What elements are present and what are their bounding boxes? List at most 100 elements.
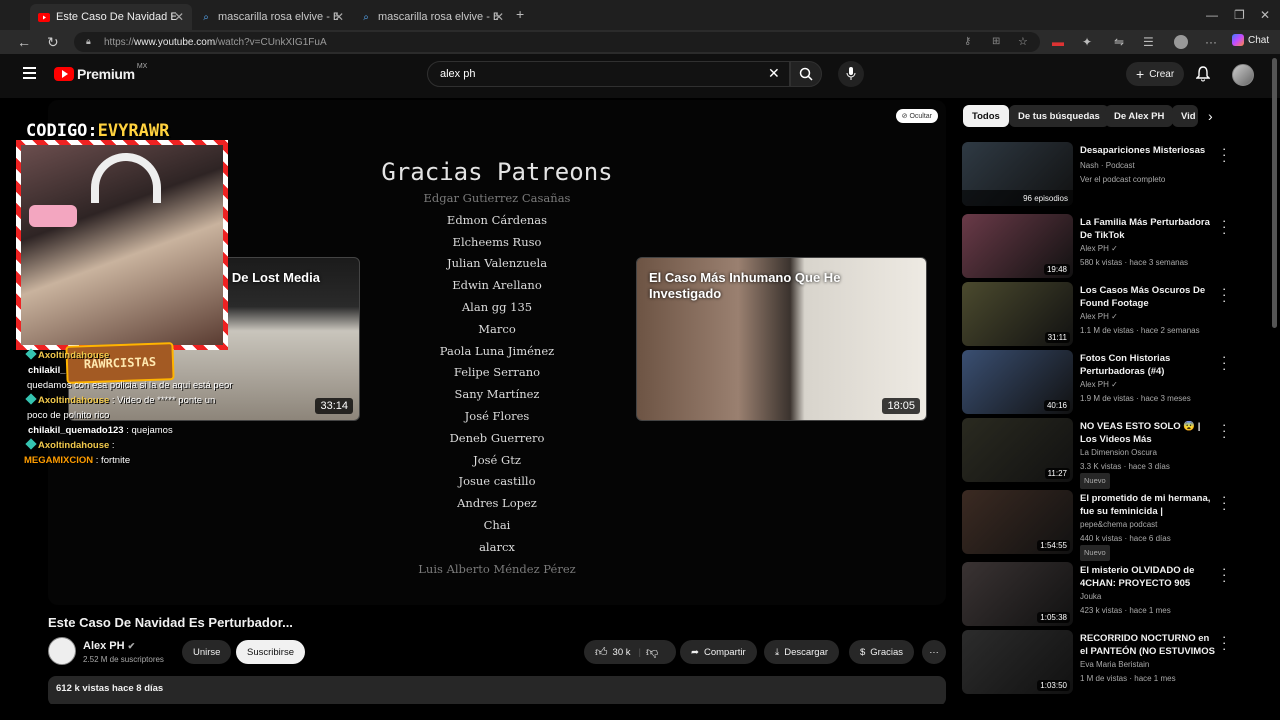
end-card-video-right[interactable]: El Caso Más Inhumano Que He Investigado …	[636, 257, 927, 421]
favorites-icon[interactable]: ☰	[1143, 35, 1154, 49]
copilot-chat-button[interactable]: Chat	[1232, 34, 1269, 46]
recommended-video[interactable]: 1:05:38 El misterio OLVIDADO de 4CHAN: PR…	[962, 562, 1242, 626]
views-date: 612 k vistas hace 8 días	[56, 683, 164, 694]
maximize-icon[interactable]: ❐	[1234, 8, 1245, 22]
back-icon[interactable]: ←	[17, 34, 31, 50]
minimize-icon[interactable]: —	[1206, 8, 1218, 22]
more-options-icon[interactable]: · · ·	[1222, 214, 1226, 239]
thanks-button[interactable]: $ Gracias	[849, 640, 915, 664]
youtube-logo[interactable]: Premium MX	[54, 63, 147, 82]
chip-videos[interactable]: Vid	[1172, 105, 1198, 127]
chip-from-searches[interactable]: De tus búsquedas	[1009, 105, 1109, 127]
video-thumbnail[interactable]: 11:27	[962, 418, 1073, 482]
share-button[interactable]: ➦ Compartir	[680, 640, 757, 664]
more-options-icon[interactable]: · · ·	[1222, 350, 1226, 375]
video-thumbnail[interactable]: 40:16	[962, 350, 1073, 414]
download-button[interactable]: ⤓ Descargar	[764, 640, 840, 664]
browser-tab-active[interactable]: Este Caso De Navidad Es Perturbador ✕	[30, 4, 192, 30]
recommended-video[interactable]: 96 episodios Desapariciones Misteriosas Na…	[962, 142, 1242, 206]
favorite-star-icon[interactable]: ☆	[1018, 35, 1028, 48]
account-avatar[interactable]	[1232, 64, 1254, 86]
create-button[interactable]: + Crear	[1126, 62, 1185, 86]
extensions-puzzle-icon[interactable]: ✦	[1082, 35, 1092, 49]
key-icon[interactable]: ⚷	[964, 36, 971, 47]
channel-name[interactable]: La Dimension Oscura	[1080, 446, 1220, 460]
url-bar[interactable]: 🔒︎ https://www.youtube.com/watch?v=CUnkX…	[74, 32, 1040, 52]
video-thumbnail[interactable]: 96 episodios	[962, 142, 1073, 206]
channel-name[interactable]: Alex PH ✓	[1080, 310, 1220, 324]
new-tab-button[interactable]: +	[516, 6, 524, 22]
clear-search-icon[interactable]: ✕	[768, 65, 780, 82]
video-title[interactable]: El prometido de mi hermana, fue su femin…	[1080, 493, 1216, 519]
close-window-icon[interactable]: ✕	[1260, 8, 1270, 22]
video-title[interactable]: NO VEAS ESTO SOLO 😨 | Los Videos Más Per…	[1080, 421, 1216, 447]
video-thumbnail[interactable]: 31:11	[962, 282, 1073, 346]
menu-icon[interactable]	[23, 67, 36, 82]
close-tab-icon[interactable]: ✕	[174, 10, 184, 24]
channel-name[interactable]: Jouka	[1080, 590, 1220, 604]
chat-text: :	[111, 440, 115, 451]
join-button[interactable]: Unirse	[182, 640, 232, 664]
extension-icon[interactable]: ▬	[1052, 35, 1064, 49]
more-menu-icon[interactable]: ···	[1205, 35, 1217, 49]
channel-name[interactable]: Eva Maria Beristain	[1080, 658, 1220, 672]
thumbs-down-icon[interactable]: 👎︎	[646, 645, 658, 660]
browser-tab[interactable]: ⌕ mascarilla rosa elvive - Búsqueda ✕	[352, 4, 512, 30]
search-button[interactable]	[790, 61, 822, 87]
apps-icon[interactable]: ⊞	[992, 36, 1000, 47]
more-actions-button[interactable]: ···	[922, 640, 946, 664]
recommended-video[interactable]: 31:11 Los Casos Más Oscuros De Found Foot…	[962, 282, 1242, 346]
chat-message: Axoltindahouse :	[24, 438, 234, 453]
channel-name[interactable]: Alex PH ✓	[1080, 378, 1220, 392]
video-thumbnail[interactable]: 19:48	[962, 214, 1073, 278]
url-prefix: https://	[104, 36, 135, 48]
more-options-icon[interactable]: · · ·	[1222, 418, 1226, 443]
video-thumbnail[interactable]: 1:54:55	[962, 490, 1073, 554]
channel-name[interactable]: Nash · Podcast	[1080, 159, 1220, 173]
video-title[interactable]: El misterio OLVIDADO de 4CHAN: PROYECTO …	[1080, 565, 1216, 590]
video-title[interactable]: Desapariciones Misteriosas	[1080, 145, 1216, 158]
video-title[interactable]: Los Casos Más Oscuros De Found Footage	[1080, 285, 1216, 310]
video-duration: 1:05:38	[1037, 612, 1070, 623]
video-title[interactable]: Fotos Con Historias Perturbadoras (#4)	[1080, 353, 1216, 378]
description-box[interactable]: 612 k vistas hace 8 días	[48, 676, 946, 706]
recommended-video[interactable]: 40:16 Fotos Con Historias Perturbadoras (…	[962, 350, 1242, 414]
more-options-icon[interactable]: · · ·	[1222, 282, 1226, 307]
video-meta: Eva Maria Beristain 1 M de vistas · hace …	[1080, 658, 1220, 685]
notifications-bell-icon[interactable]	[1196, 66, 1210, 82]
channel-name[interactable]: Alex PH ✔	[83, 640, 135, 652]
more-options-icon[interactable]: · · ·	[1222, 142, 1226, 167]
channel-name[interactable]: pepe&chema podcast	[1080, 518, 1220, 532]
browser-tab[interactable]: ⌕ mascarilla rosa elvive - Búsqueda ✕	[192, 4, 352, 30]
close-tab-icon[interactable]: ✕	[494, 10, 504, 24]
refresh-icon[interactable]: ↻	[47, 34, 59, 51]
views-age: 423 k vistas · hace 1 mes	[1080, 605, 1171, 615]
video-thumbnail[interactable]: 1:03:50	[962, 630, 1073, 694]
like-button[interactable]: 👍︎ 30 k	[595, 645, 631, 660]
more-options-icon[interactable]: · · ·	[1222, 562, 1226, 587]
channel-avatar[interactable]	[48, 637, 76, 665]
thumbs-up-icon: 👍︎	[595, 644, 608, 659]
chevron-right-icon[interactable]: ›	[1208, 108, 1213, 124]
search-input[interactable]: alex ph	[427, 61, 790, 87]
chip-from-channel[interactable]: De Alex PH	[1105, 105, 1174, 127]
subscribe-button[interactable]: Suscribirse	[236, 640, 305, 664]
more-options-icon[interactable]: · · ·	[1222, 630, 1226, 655]
video-duration: 1:03:50	[1037, 680, 1070, 691]
more-options-icon[interactable]: · · ·	[1222, 490, 1226, 515]
voice-search-button[interactable]	[838, 61, 864, 87]
close-tab-icon[interactable]: ✕	[334, 10, 344, 24]
recommended-video[interactable]: 1:54:55 El prometido de mi hermana, fue s…	[962, 490, 1242, 561]
recommended-video[interactable]: 11:27 NO VEAS ESTO SOLO 😨 | Los Videos Má…	[962, 418, 1242, 489]
hide-button[interactable]: ⊘ Ocultar	[895, 109, 938, 123]
video-title[interactable]: La Familia Más Perturbadora De TikTok	[1080, 217, 1216, 242]
scrollbar[interactable]	[1272, 58, 1277, 328]
split-screen-icon[interactable]: ⇋	[1114, 35, 1124, 49]
chip-all[interactable]: Todos	[963, 105, 1009, 127]
channel-name[interactable]: Alex PH ✓	[1080, 242, 1220, 256]
profile-icon[interactable]	[1174, 35, 1188, 49]
recommended-video[interactable]: 1:03:50 RECORRIDO NOCTURNO en el PANTEÓN …	[962, 630, 1242, 694]
recommended-video[interactable]: 19:48 La Familia Más Perturbadora De TikT…	[962, 214, 1242, 278]
video-title[interactable]: RECORRIDO NOCTURNO en el PANTEÓN (NO EST…	[1080, 633, 1216, 659]
video-thumbnail[interactable]: 1:05:38	[962, 562, 1073, 626]
